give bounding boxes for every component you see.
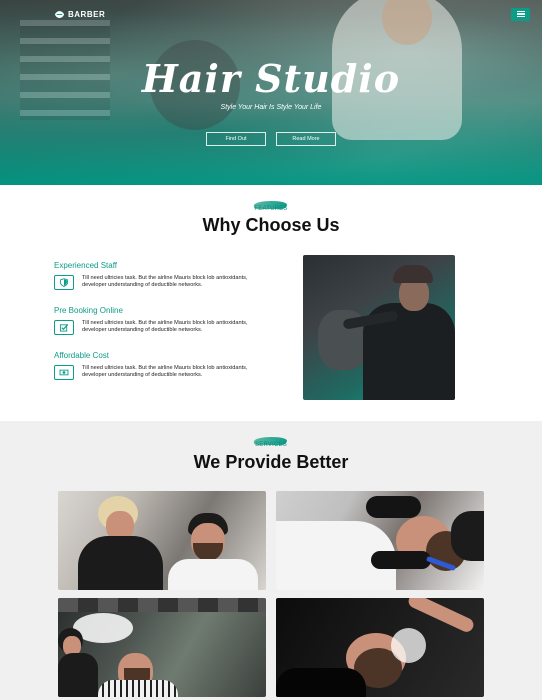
shield-icon xyxy=(54,275,74,290)
logo-icon xyxy=(54,10,65,18)
feature-text: Till need ultricies task. But the airlin… xyxy=(82,275,248,289)
hero-buttons: Find Out Read More xyxy=(0,132,542,146)
read-more-button[interactable]: Read More xyxy=(276,132,336,146)
hero-title: Hair Studio xyxy=(141,56,401,101)
find-out-button[interactable]: Find Out xyxy=(206,132,266,146)
feature-title: Affordable Cost xyxy=(54,351,109,360)
money-icon xyxy=(54,365,74,380)
feature-title: Pre Booking Online xyxy=(54,306,123,315)
service-card-hair-wash[interactable] xyxy=(276,598,484,697)
features-title: Why Choose Us xyxy=(202,215,340,235)
service-card-styling[interactable] xyxy=(58,598,266,697)
services-title: We Provide Better xyxy=(193,452,349,472)
hero-section: BARBER Hair Studio Style Your Hair Is St… xyxy=(0,0,542,185)
feature-item: Pre Booking Online Till need ultricies t… xyxy=(54,306,264,335)
logo-text: BARBER xyxy=(68,9,106,19)
feature-item: Affordable Cost Till need ultricies task… xyxy=(54,351,264,380)
feature-item: Experienced Staff Till need ultricies ta… xyxy=(54,261,264,290)
top-nav: BARBER xyxy=(54,7,530,21)
feature-text: Till need ultricies task. But the airlin… xyxy=(82,365,248,379)
service-card-beard-trim[interactable] xyxy=(276,491,484,590)
services-tag: SERVICES xyxy=(255,442,287,448)
barber-photo xyxy=(303,255,455,400)
feature-text: Till need ultricies task. But the airlin… xyxy=(82,320,248,334)
features-section: FEATURES Why Choose Us Experienced Staff… xyxy=(0,185,542,421)
hero-subtitle: Style Your Hair Is Style Your Life xyxy=(220,104,322,111)
feature-title: Experienced Staff xyxy=(54,261,118,270)
service-card-haircut[interactable] xyxy=(58,491,266,590)
site-logo[interactable]: BARBER xyxy=(54,9,105,20)
checkbox-icon xyxy=(54,320,74,335)
services-section: SERVICES We Provide Better xyxy=(0,421,542,700)
features-tag: FEATURES xyxy=(254,206,288,212)
hamburger-menu-icon[interactable] xyxy=(511,7,530,21)
